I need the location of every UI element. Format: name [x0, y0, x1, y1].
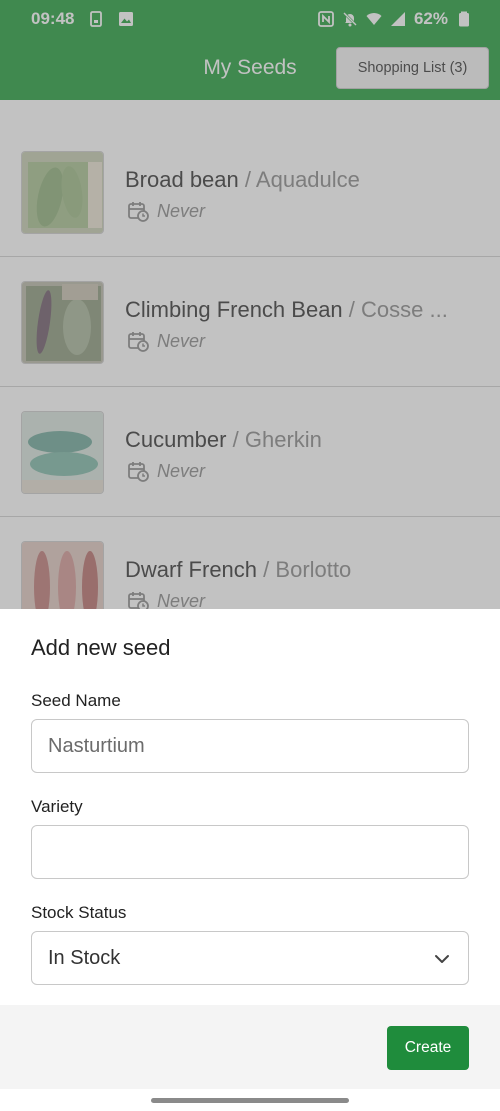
sheet-title: Add new seed	[31, 635, 171, 660]
stock-status-select[interactable]: In Stock	[31, 931, 469, 985]
variety-input[interactable]	[31, 825, 469, 879]
navigation-bar	[0, 1089, 500, 1111]
create-button[interactable]: Create	[387, 1026, 469, 1070]
sheet-footer: Create	[0, 1005, 500, 1089]
home-indicator[interactable]	[151, 1098, 349, 1103]
stock-status-value: In Stock	[48, 947, 121, 969]
modal-scrim[interactable]	[0, 0, 500, 609]
seed-name-input[interactable]	[31, 719, 469, 773]
stock-status-label: Stock Status	[31, 903, 127, 922]
seed-name-label: Seed Name	[31, 691, 121, 710]
app-screen: 09:48 62% My Seeds Shopping List (3) Bro…	[0, 0, 500, 1111]
add-seed-sheet: Add new seed Seed Name Variety Stock Sta…	[0, 609, 500, 1111]
chevron-down-icon	[432, 949, 452, 969]
variety-label: Variety	[31, 797, 83, 816]
